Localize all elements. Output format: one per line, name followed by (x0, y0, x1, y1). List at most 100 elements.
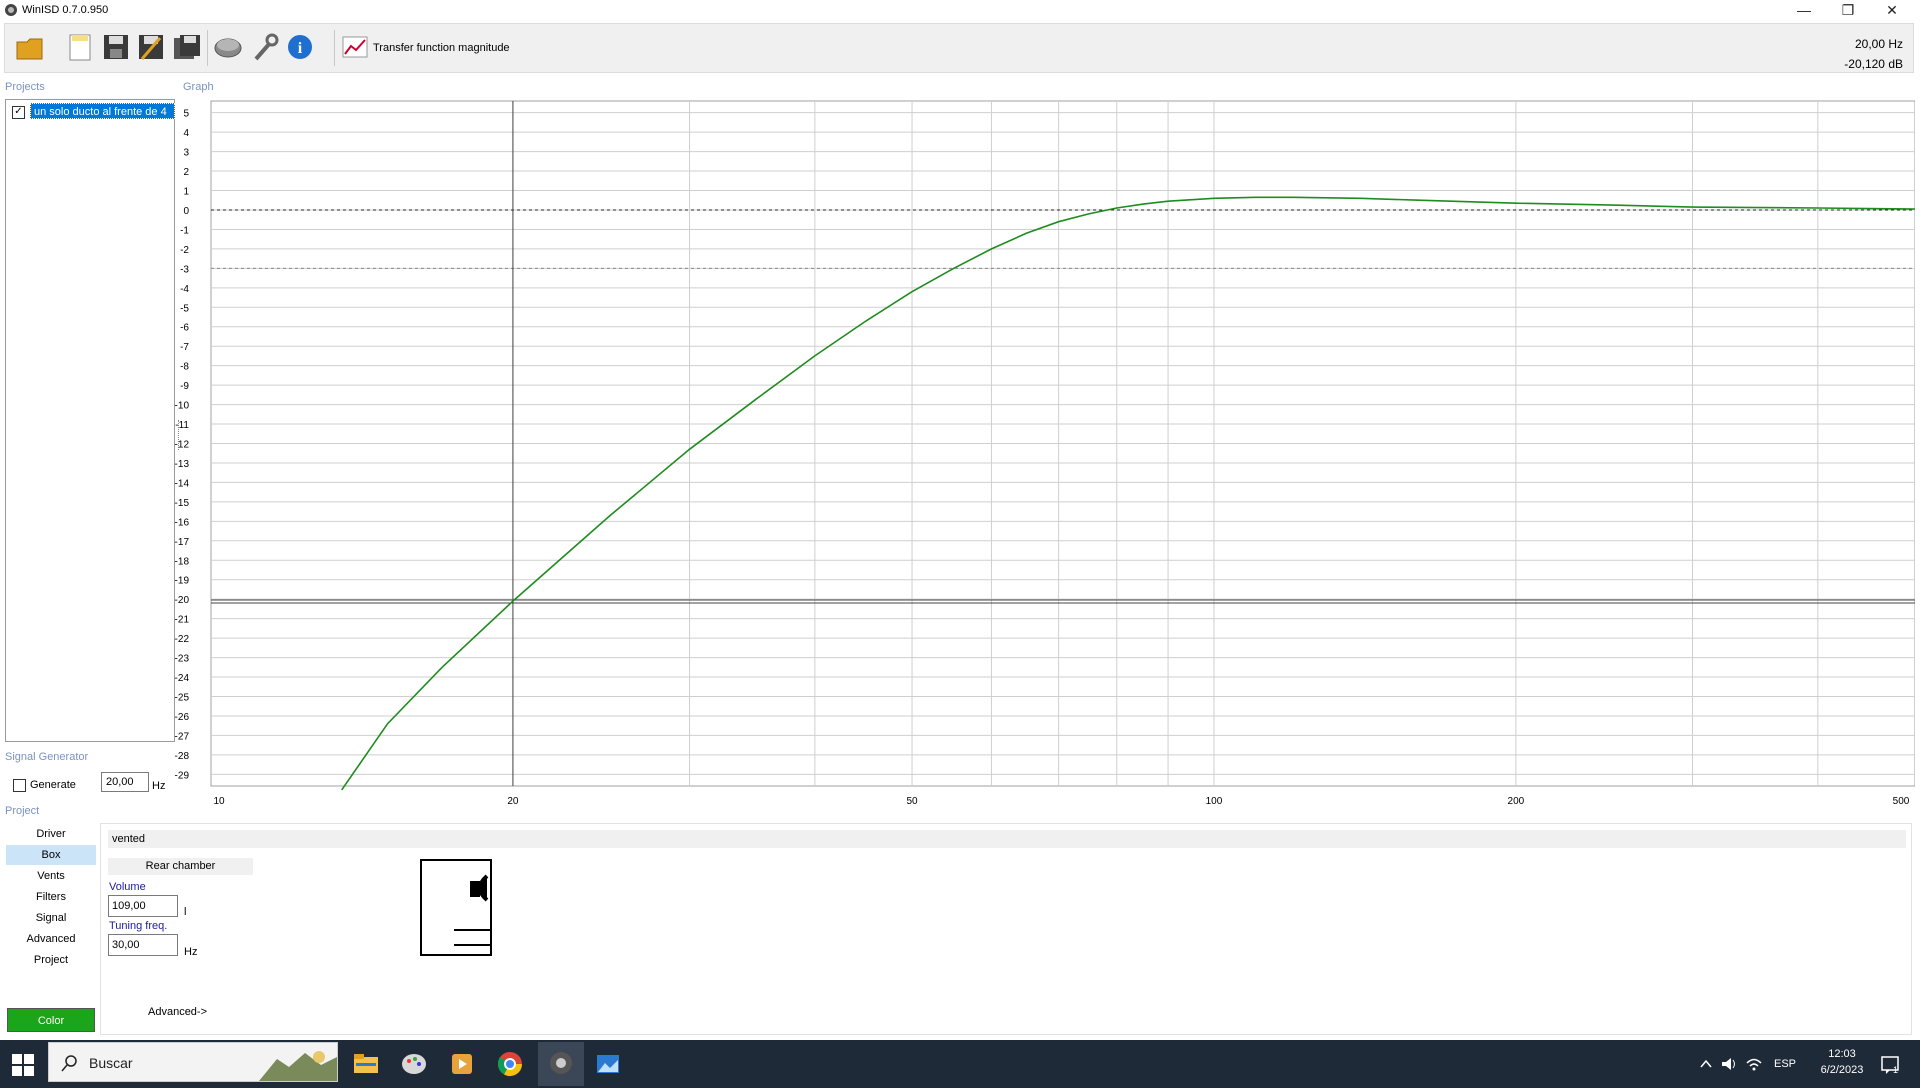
y-tick-label: -3 (180, 264, 189, 275)
advanced-link[interactable]: Advanced-> (148, 1006, 207, 1018)
generator-frequency-input[interactable] (101, 772, 149, 792)
graph-view-icon[interactable] (340, 32, 370, 62)
x-tick-label: 10 (213, 796, 225, 807)
x-tick-label: 100 (1206, 796, 1223, 807)
new-project-icon[interactable] (65, 32, 95, 62)
y-tick-label: 1 (183, 187, 189, 198)
windows-start-icon[interactable] (12, 1054, 34, 1076)
winisd-icon (550, 1052, 572, 1074)
wrench-icon[interactable] (250, 32, 280, 62)
tray-chevron-up-icon[interactable] (1699, 1057, 1713, 1071)
box-diagram-icon (420, 859, 492, 956)
y-tick-label: -24 (175, 673, 190, 684)
generate-label: Generate (30, 779, 76, 791)
y-tick-label: -4 (180, 284, 189, 295)
cursor-frequency: 20,00 Hz (1854, 37, 1903, 51)
graph[interactable]: 543210-1-2-3-4-5-6-7-8-9-10-11-12-13-14-… (170, 95, 1915, 810)
y-tick-label: -23 (175, 654, 190, 665)
color-button[interactable]: Color (7, 1008, 95, 1032)
y-tick-label: -16 (175, 517, 190, 528)
box-type[interactable]: vented (108, 830, 1906, 848)
nav-advanced[interactable]: Advanced (6, 929, 96, 949)
chrome-icon[interactable] (492, 1048, 528, 1080)
nav-driver[interactable]: Driver (6, 824, 96, 844)
box-panel (100, 823, 1912, 1035)
rear-chamber-tab[interactable]: Rear chamber (108, 858, 253, 875)
clock-date: 6/2/2023 (1820, 1064, 1864, 1076)
graph-view-label[interactable]: Transfer function magnitude (373, 42, 510, 54)
toolbar-separator (334, 30, 335, 66)
media-player-icon[interactable] (444, 1048, 480, 1080)
search-placeholder: Buscar (89, 1055, 133, 1071)
wifi-icon[interactable] (1745, 1055, 1763, 1073)
y-tick-label: 0 (183, 206, 189, 217)
y-tick-label: 2 (183, 167, 189, 178)
taskbar-search[interactable]: Buscar (48, 1042, 338, 1082)
volume-icon[interactable] (1720, 1055, 1738, 1073)
driver-database-icon[interactable] (213, 32, 243, 62)
y-tick-label: -13 (175, 459, 190, 470)
y-tick-label: -12 (175, 440, 190, 451)
close-button[interactable]: ✕ (1870, 0, 1914, 22)
info-icon[interactable]: i (286, 32, 316, 62)
volume-unit: l (184, 906, 187, 918)
nav-filters[interactable]: Filters (6, 887, 96, 907)
y-tick-label: -6 (180, 323, 189, 334)
y-tick-label: -18 (175, 556, 190, 567)
photos-app-icon[interactable] (590, 1048, 626, 1080)
cursor-level: -20,120 dB (1844, 57, 1903, 71)
winisd-taskbar-item[interactable] (538, 1042, 584, 1086)
project-checkbox[interactable]: ✓ (12, 106, 25, 119)
language-indicator[interactable]: ESP (1774, 1058, 1796, 1070)
nav-vents[interactable]: Vents (6, 866, 96, 886)
app-icon (5, 4, 17, 16)
tuning-input[interactable] (108, 934, 178, 956)
y-tick-label: -14 (175, 478, 190, 489)
x-tick-label: 200 (1508, 796, 1525, 807)
paint-app-icon[interactable] (396, 1048, 432, 1080)
save-all-icon[interactable] (172, 32, 202, 62)
y-tick-label: -9 (180, 381, 189, 392)
nav-box[interactable]: Box (6, 845, 96, 865)
x-tick-label: 500 (1893, 796, 1910, 807)
y-tick-label: -17 (175, 537, 190, 548)
y-tick-label: -29 (175, 770, 190, 781)
clock[interactable]: 12:03 6/2/2023 (1810, 1046, 1874, 1078)
toolbar: i Transfer function magnitude 20,00 Hz -… (4, 23, 1914, 73)
y-tick-label: -20 (175, 595, 190, 606)
y-tick-label: -2 (180, 245, 189, 256)
projects-list[interactable]: ✓ un solo ducto al frente de 4 (5, 99, 175, 742)
svg-text:i: i (298, 40, 303, 57)
tuning-unit: Hz (184, 946, 198, 958)
search-icon (61, 1055, 77, 1072)
y-tick-label: -22 (175, 634, 190, 645)
y-tick-label: -27 (175, 731, 190, 742)
y-tick-label: -26 (175, 712, 190, 723)
save-as-icon[interactable] (136, 32, 166, 62)
minimize-button[interactable]: — (1782, 0, 1826, 22)
y-tick-label: -7 (180, 342, 189, 353)
y-tick-label: -25 (175, 692, 190, 703)
graph-section-label: Graph (183, 81, 214, 93)
y-tick-label: 4 (183, 128, 189, 139)
clock-time: 12:03 (1828, 1048, 1856, 1060)
y-tick-label: -5 (180, 303, 189, 314)
save-icon[interactable] (101, 32, 131, 62)
x-tick-label: 50 (906, 796, 918, 807)
project-name[interactable]: un solo ducto al frente de 4 (30, 103, 175, 119)
projects-section-label: Projects (5, 81, 45, 93)
notifications-icon[interactable] (1880, 1054, 1902, 1076)
generate-checkbox[interactable] (13, 779, 26, 792)
nav-signal[interactable]: Signal (6, 908, 96, 928)
nav-project[interactable]: Project (6, 950, 96, 970)
open-folder-icon[interactable] (15, 32, 45, 62)
file-explorer-icon[interactable] (348, 1048, 384, 1080)
project-section-label: Project (5, 805, 40, 817)
volume-input[interactable] (108, 895, 178, 917)
cursor-readout: 20,00 Hz -20,120 dB (1844, 34, 1903, 74)
x-tick-label: 20 (507, 796, 519, 807)
restore-button[interactable]: ❐ (1826, 0, 1870, 22)
title-bar: WinISD 0.7.0.950 — ❐ ✕ (0, 0, 1920, 22)
y-tick-label: -19 (175, 576, 190, 587)
y-tick-label: -8 (180, 362, 189, 373)
